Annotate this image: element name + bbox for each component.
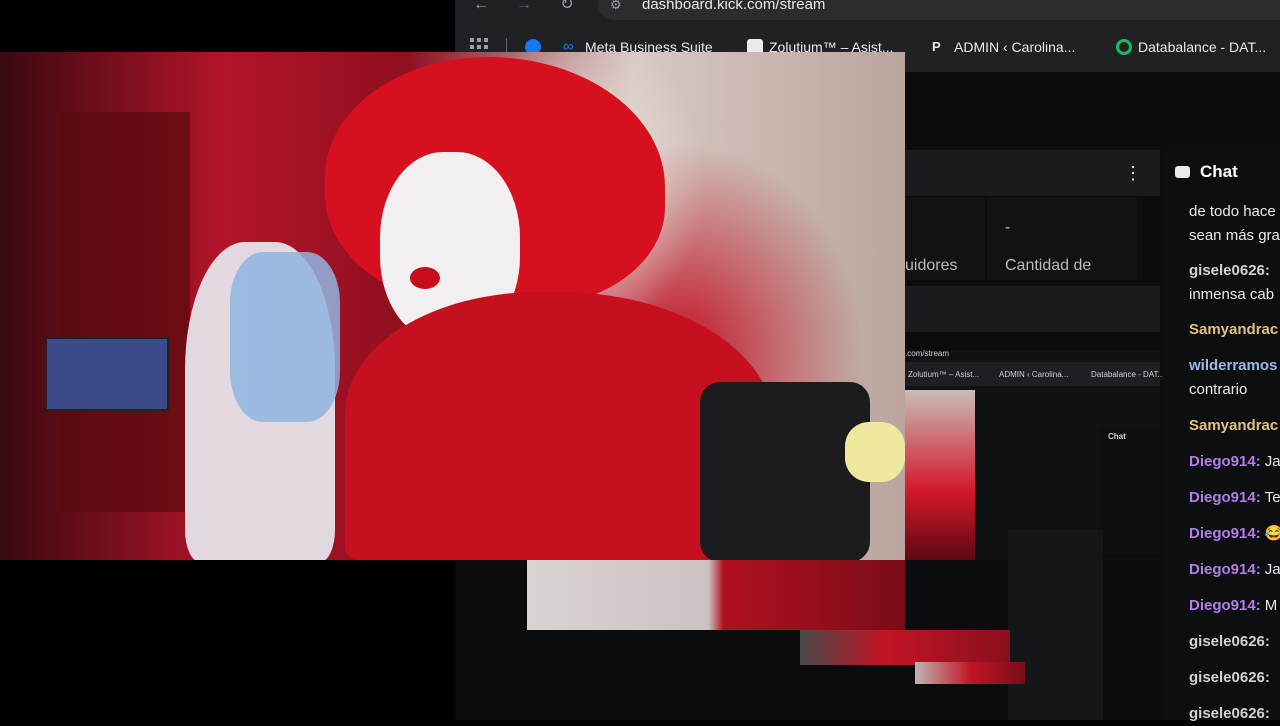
mini-url: .com/stream	[905, 349, 950, 358]
mini-chat-title: Chat	[1108, 432, 1126, 441]
chat-text: contrario	[1189, 381, 1248, 398]
chat-message: Diego914: 😂	[1189, 522, 1280, 546]
webcam-echo	[527, 560, 905, 630]
chat-message: sean más gra	[1189, 224, 1280, 248]
bookmark-admin-carolina[interactable]: P ADMIN ‹ Carolina...	[932, 38, 1075, 56]
chat-text: de todo hace	[1189, 203, 1276, 220]
chat-message: Diego914: Ja	[1189, 450, 1280, 474]
url-text[interactable]: dashboard.kick.com/stream	[642, 0, 825, 13]
chat-text: sean más gra	[1189, 227, 1280, 244]
chat-title: Chat	[1200, 162, 1238, 181]
mini-bookmark-bar: Zolutium™ – Asist... ADMIN ‹ Carolina...…	[905, 362, 1164, 386]
chat-username[interactable]: gisele0626:	[1189, 262, 1270, 279]
dashboard-bar	[905, 286, 1160, 332]
chat-username[interactable]: Diego914:	[1189, 489, 1261, 506]
chat-message: gisele0626:	[1189, 702, 1270, 726]
chat-username[interactable]: Diego914:	[1189, 597, 1261, 614]
p-icon: P	[932, 39, 941, 54]
forward-arrow-icon[interactable]: →	[513, 0, 535, 14]
mini-bookmark: Zolutium™ – Asist...	[908, 370, 980, 379]
chat-message: Diego914: M	[1189, 594, 1277, 618]
bookmark-databalance[interactable]: Databalance - DAT...	[1116, 38, 1266, 56]
chat-text: Ja	[1264, 453, 1280, 470]
chat-message: Samyandrac	[1189, 318, 1278, 342]
reload-icon[interactable]: ↻	[556, 0, 578, 14]
bookmark-label: ADMIN ‹ Carolina...	[954, 39, 1076, 55]
chat-username[interactable]: gisele0626:	[1189, 633, 1270, 650]
chat-message: gisele0626:	[1189, 666, 1270, 690]
webcam-video	[0, 52, 905, 560]
stat-followers-label: uidores	[905, 257, 958, 274]
bookmark-label: Databalance - DAT...	[1138, 39, 1267, 55]
chat-text: inmensa cab	[1189, 286, 1275, 303]
webcam-echo	[800, 630, 1010, 665]
chat-message: gisele0626:	[1189, 630, 1270, 654]
chat-text: M	[1264, 597, 1278, 614]
chat-text: Te	[1264, 489, 1280, 506]
webcam-echo	[905, 390, 975, 560]
chat-username[interactable]: gisele0626:	[1189, 669, 1270, 686]
chat-username[interactable]: Samyandrac	[1189, 321, 1278, 338]
chat-text: 😂	[1264, 525, 1280, 542]
chat-username[interactable]: Diego914:	[1189, 525, 1261, 542]
mini-chat: Chat	[1100, 428, 1160, 558]
mini-bookmark: Databalance - DAT...	[1091, 370, 1165, 379]
chat-text: Ja	[1264, 561, 1280, 578]
databalance-icon	[1116, 39, 1132, 55]
back-arrow-icon[interactable]: ←	[470, 0, 492, 14]
chat-message: Diego914: Te	[1189, 486, 1280, 510]
chat-message: contrario	[1189, 378, 1247, 402]
chat-message: gisele0626:	[1189, 259, 1270, 283]
chat-message: de todo hace	[1189, 200, 1276, 224]
stat-count-value: -	[1005, 219, 1011, 236]
dashboard-panel-header	[905, 150, 1160, 196]
chat-username[interactable]: Diego914:	[1189, 453, 1261, 470]
more-options-icon[interactable]: ⋮	[1124, 162, 1142, 184]
chat-message: Diego914: Ja	[1189, 558, 1280, 582]
chat-username[interactable]: Diego914:	[1189, 561, 1261, 578]
stat-count-label: Cantidad de	[1005, 257, 1092, 274]
chat-username[interactable]: Samyandrac	[1189, 417, 1278, 434]
mini-bookmark: ADMIN ‹ Carolina...	[999, 370, 1069, 379]
webcam-echo	[915, 662, 1025, 684]
stat-followers-card: uidores	[905, 197, 985, 280]
recursive-stream-preview-2	[1008, 530, 1103, 720]
chat-message: wilderramos	[1189, 354, 1277, 378]
chat-username[interactable]: wilderramos	[1189, 357, 1277, 374]
chat-message: inmensa cab	[1189, 283, 1274, 307]
stat-count-card: - Cantidad de	[987, 197, 1137, 280]
chat-message: Samyandrac	[1189, 414, 1278, 438]
site-settings-icon[interactable]: ⚙	[610, 0, 626, 12]
chat-username[interactable]: gisele0626:	[1189, 705, 1270, 722]
chat-bubble-icon	[1175, 166, 1190, 178]
